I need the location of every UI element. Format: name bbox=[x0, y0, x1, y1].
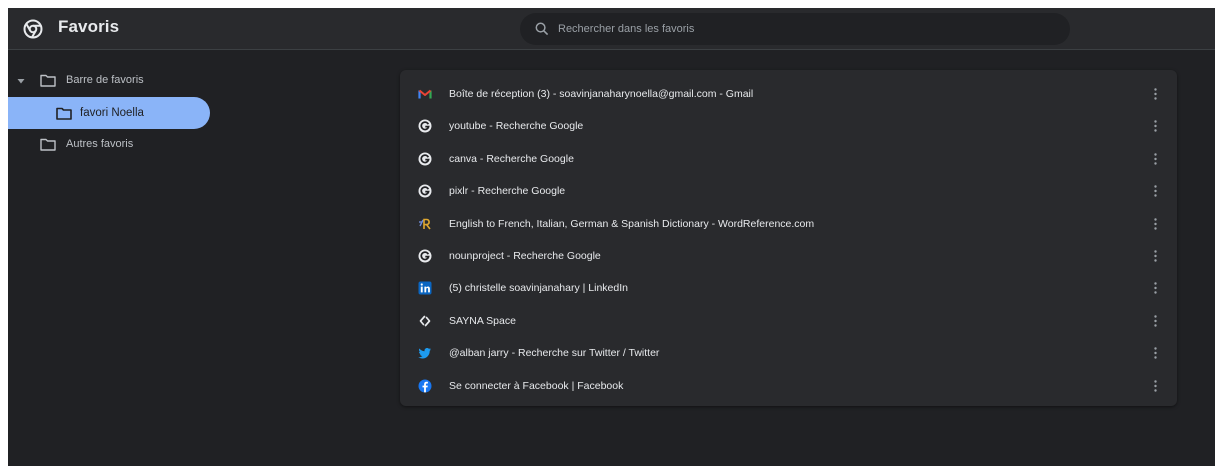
sayna-icon bbox=[419, 315, 431, 327]
linkedin-icon bbox=[418, 281, 432, 295]
bookmark-row[interactable]: (5) christelle soavinjanahary | LinkedIn bbox=[400, 272, 1177, 304]
folder-icon bbox=[40, 138, 56, 151]
google-icon bbox=[418, 152, 432, 166]
bookmark-row[interactable]: youtube - Recherche Google bbox=[400, 110, 1177, 142]
search-input[interactable] bbox=[558, 13, 1058, 45]
wordreference-icon bbox=[419, 218, 431, 230]
more-menu-button[interactable] bbox=[1145, 116, 1165, 136]
google-icon bbox=[418, 249, 432, 263]
more-vert-icon bbox=[1153, 250, 1157, 262]
bookmark-title[interactable]: @alban jarry - Recherche sur Twitter / T… bbox=[449, 347, 659, 359]
bookmark-title[interactable]: pixlr - Recherche Google bbox=[449, 185, 565, 197]
more-vert-icon bbox=[1153, 315, 1157, 327]
bookmark-title[interactable]: nounproject - Recherche Google bbox=[449, 250, 601, 262]
folder-icon bbox=[56, 107, 72, 120]
folder-icon bbox=[40, 74, 56, 87]
more-menu-button[interactable] bbox=[1145, 278, 1165, 298]
bookmark-title[interactable]: Boîte de réception (3) - soavinjanaharyn… bbox=[449, 88, 753, 100]
bookmark-title[interactable]: (5) christelle soavinjanahary | LinkedIn bbox=[449, 282, 628, 294]
tree-item-barre-de-favoris[interactable]: Barre de favoris bbox=[8, 65, 210, 97]
bookmark-row[interactable]: English to French, Italian, German & Spa… bbox=[400, 208, 1177, 240]
bookmark-title[interactable]: English to French, Italian, German & Spa… bbox=[449, 218, 814, 230]
google-icon bbox=[418, 184, 432, 198]
bookmark-list: Boîte de réception (3) - soavinjanaharyn… bbox=[400, 70, 1177, 406]
more-menu-button[interactable] bbox=[1145, 214, 1165, 234]
search-icon bbox=[535, 22, 549, 36]
caret-down-icon[interactable] bbox=[17, 77, 25, 85]
bookmark-row[interactable]: canva - Recherche Google bbox=[400, 143, 1177, 175]
more-menu-button[interactable] bbox=[1145, 376, 1165, 396]
tree-item-favori-noella[interactable]: favori Noella bbox=[8, 97, 210, 129]
folder-tree: Barre de favoris favori Noella Autres fa… bbox=[8, 58, 218, 168]
chrome-icon bbox=[23, 19, 43, 39]
more-vert-icon bbox=[1153, 217, 1157, 230]
more-menu-button[interactable] bbox=[1145, 84, 1165, 104]
more-menu-button[interactable] bbox=[1145, 149, 1165, 169]
bookmark-row[interactable]: SAYNA Space bbox=[400, 305, 1177, 337]
more-vert-icon bbox=[1153, 120, 1157, 133]
more-vert-icon bbox=[1153, 153, 1157, 165]
tree-item-label: Autres favoris bbox=[66, 138, 134, 150]
more-vert-icon bbox=[1153, 379, 1157, 392]
bookmark-row[interactable]: @alban jarry - Recherche sur Twitter / T… bbox=[400, 337, 1177, 369]
bookmarks-manager-window: Favoris Barre de favoris favori Noella bbox=[8, 8, 1215, 466]
toolbar: Favoris bbox=[8, 8, 1215, 50]
page-title: Favoris bbox=[58, 17, 120, 36]
tree-item-label: favori Noella bbox=[80, 107, 144, 119]
bookmark-title[interactable]: youtube - Recherche Google bbox=[449, 120, 583, 132]
facebook-icon bbox=[418, 379, 432, 393]
more-menu-button[interactable] bbox=[1145, 181, 1165, 201]
more-vert-icon bbox=[1153, 347, 1157, 359]
bookmark-row[interactable]: Se connecter à Facebook | Facebook bbox=[400, 370, 1177, 402]
more-menu-button[interactable] bbox=[1145, 246, 1165, 266]
bookmark-row[interactable]: nounproject - Recherche Google bbox=[400, 240, 1177, 272]
more-menu-button[interactable] bbox=[1145, 311, 1165, 331]
more-vert-icon bbox=[1153, 282, 1157, 295]
tree-item-autres-favoris[interactable]: Autres favoris bbox=[8, 130, 210, 162]
bookmark-title[interactable]: SAYNA Space bbox=[449, 315, 516, 327]
twitter-icon bbox=[418, 348, 431, 359]
tree-item-label: Barre de favoris bbox=[66, 74, 144, 86]
gmail-icon bbox=[418, 89, 432, 99]
search-box[interactable] bbox=[520, 13, 1070, 45]
more-menu-button[interactable] bbox=[1145, 343, 1165, 363]
bookmark-title[interactable]: Se connecter à Facebook | Facebook bbox=[449, 380, 623, 392]
bookmark-row[interactable]: Boîte de réception (3) - soavinjanaharyn… bbox=[400, 78, 1177, 110]
google-icon bbox=[418, 119, 432, 133]
bookmark-title[interactable]: canva - Recherche Google bbox=[449, 153, 574, 165]
more-vert-icon bbox=[1153, 185, 1157, 197]
bookmark-row[interactable]: pixlr - Recherche Google bbox=[400, 175, 1177, 207]
more-vert-icon bbox=[1153, 88, 1157, 100]
